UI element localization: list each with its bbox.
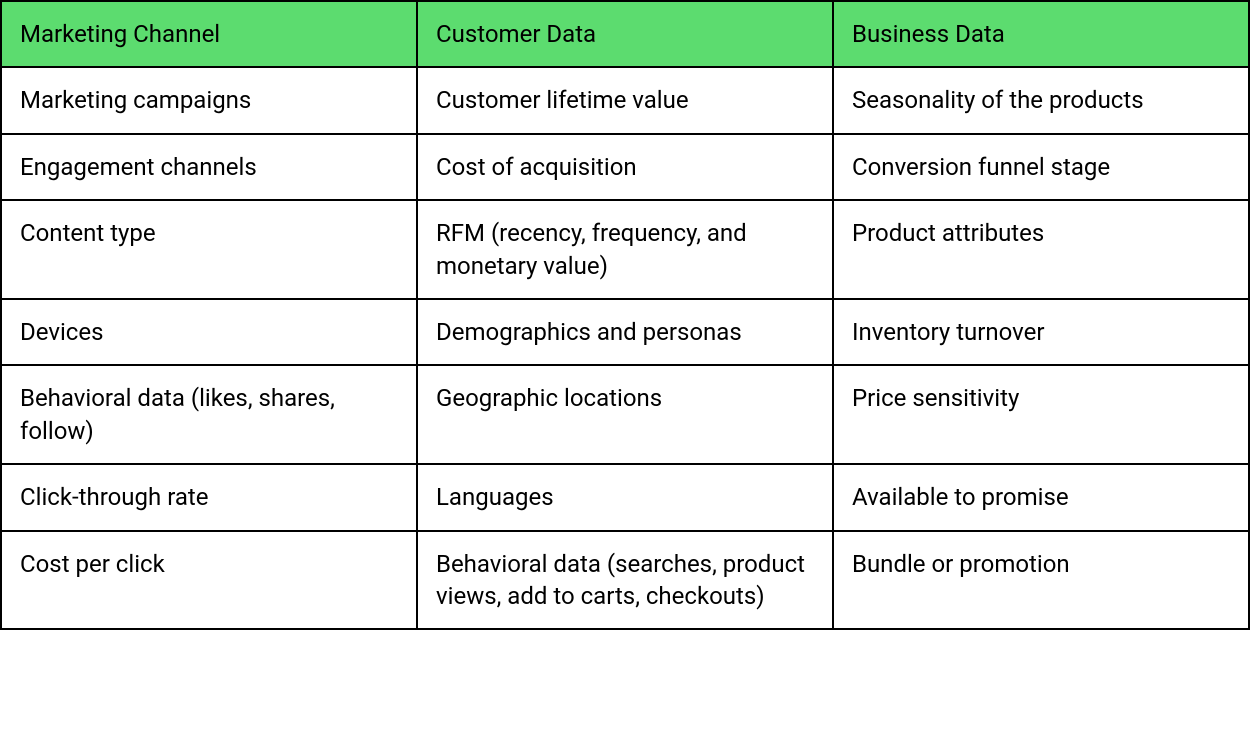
cell-business-data: Available to promise bbox=[833, 464, 1249, 530]
cell-business-data: Product attributes bbox=[833, 200, 1249, 299]
cell-marketing-channel: Content type bbox=[1, 200, 417, 299]
table-row: Behavioral data (likes, shares, follow) … bbox=[1, 365, 1249, 464]
cell-marketing-channel: Marketing campaigns bbox=[1, 67, 417, 133]
cell-customer-data: RFM (recency, frequency, and monetary va… bbox=[417, 200, 833, 299]
table-row: Cost per click Behavioral data (searches… bbox=[1, 531, 1249, 630]
cell-customer-data: Cost of acquisition bbox=[417, 134, 833, 200]
table-body: Marketing campaigns Customer lifetime va… bbox=[1, 67, 1249, 629]
cell-business-data: Bundle or promotion bbox=[833, 531, 1249, 630]
cell-marketing-channel: Devices bbox=[1, 299, 417, 365]
cell-marketing-channel: Engagement channels bbox=[1, 134, 417, 200]
cell-business-data: Price sensitivity bbox=[833, 365, 1249, 464]
data-category-table: Marketing Channel Customer Data Business… bbox=[0, 0, 1250, 630]
cell-marketing-channel: Click-through rate bbox=[1, 464, 417, 530]
table-row: Marketing campaigns Customer lifetime va… bbox=[1, 67, 1249, 133]
cell-customer-data: Languages bbox=[417, 464, 833, 530]
cell-customer-data: Geographic locations bbox=[417, 365, 833, 464]
cell-business-data: Seasonality of the products bbox=[833, 67, 1249, 133]
cell-customer-data: Behavioral data (searches, product views… bbox=[417, 531, 833, 630]
header-customer-data: Customer Data bbox=[417, 1, 833, 67]
header-marketing-channel: Marketing Channel bbox=[1, 1, 417, 67]
table-row: Content type RFM (recency, frequency, an… bbox=[1, 200, 1249, 299]
table-row: Devices Demographics and personas Invent… bbox=[1, 299, 1249, 365]
table-header: Marketing Channel Customer Data Business… bbox=[1, 1, 1249, 67]
cell-customer-data: Demographics and personas bbox=[417, 299, 833, 365]
cell-marketing-channel: Cost per click bbox=[1, 531, 417, 630]
cell-marketing-channel: Behavioral data (likes, shares, follow) bbox=[1, 365, 417, 464]
header-business-data: Business Data bbox=[833, 1, 1249, 67]
table-header-row: Marketing Channel Customer Data Business… bbox=[1, 1, 1249, 67]
table-row: Click-through rate Languages Available t… bbox=[1, 464, 1249, 530]
cell-customer-data: Customer lifetime value bbox=[417, 67, 833, 133]
table-row: Engagement channels Cost of acquisition … bbox=[1, 134, 1249, 200]
cell-business-data: Inventory turnover bbox=[833, 299, 1249, 365]
cell-business-data: Conversion funnel stage bbox=[833, 134, 1249, 200]
